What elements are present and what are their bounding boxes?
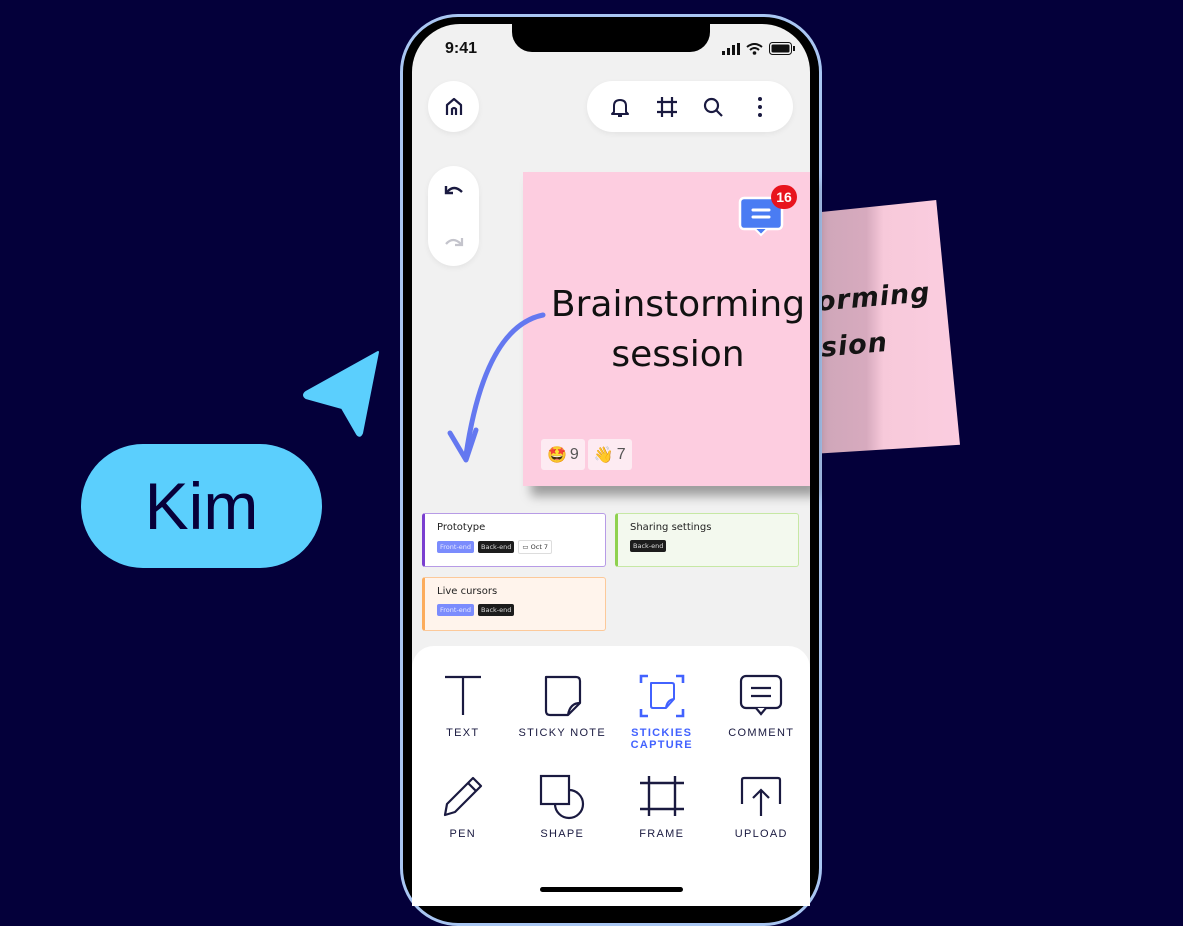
tool-pen[interactable]: PEN xyxy=(413,774,513,840)
tool-frame[interactable]: FRAME xyxy=(612,774,712,840)
tools-row-2: PEN SHAPE FRAME UPLOAD xyxy=(413,774,811,840)
tool-sticky-note[interactable]: STICKY NOTE xyxy=(513,673,613,751)
tool-comment[interactable]: COMMENT xyxy=(712,673,812,751)
history-controls xyxy=(428,166,479,266)
reaction-wave[interactable]: 👋 7 xyxy=(587,439,632,470)
battery-icon xyxy=(769,42,795,55)
bell-icon[interactable] xyxy=(608,95,632,119)
text-icon xyxy=(444,675,481,715)
home-indicator[interactable] xyxy=(540,887,683,892)
wifi-icon xyxy=(746,42,763,55)
card-live-cursors[interactable]: Live cursors Front-end Back-end xyxy=(422,577,606,631)
status-time: 9:41 xyxy=(445,40,478,57)
connector-arrow xyxy=(447,312,546,463)
stickies-capture-icon xyxy=(639,674,685,718)
redo-icon[interactable] xyxy=(443,232,465,250)
home-icon xyxy=(445,97,462,115)
tag-front-end: Front-end xyxy=(437,604,475,616)
comment-count-badge: 16 xyxy=(771,185,797,209)
status-icons xyxy=(722,42,795,55)
tag-back-end: Back-end xyxy=(478,541,515,553)
undo-icon[interactable] xyxy=(443,182,465,200)
tag-front-end: Front-end xyxy=(437,541,475,553)
pen-icon xyxy=(443,776,482,817)
card-sharing-settings[interactable]: Sharing settings Back-end xyxy=(615,513,799,567)
calendar-icon: ▭ xyxy=(522,543,531,551)
tool-upload[interactable]: UPLOAD xyxy=(712,774,812,840)
card-prototype[interactable]: Prototype Front-end Back-end ▭ Oct 7 xyxy=(422,513,606,567)
frame-icon[interactable] xyxy=(655,95,679,119)
collaborator-cursor-icon xyxy=(303,351,379,437)
upload-icon xyxy=(741,776,782,816)
phone-notch xyxy=(512,20,710,52)
comment-icon xyxy=(740,674,783,716)
tools-row-1: TEXT STICKY NOTE STICKIES CAPTURE COMMENT xyxy=(413,673,811,751)
sticky-note-icon xyxy=(545,675,582,717)
sticky-note-text: Brainstorming session xyxy=(550,284,806,375)
more-vertical-icon[interactable] xyxy=(748,95,772,119)
due-date: ▭ Oct 7 xyxy=(518,540,553,554)
tool-text[interactable]: TEXT xyxy=(413,673,513,751)
home-button[interactable] xyxy=(428,81,479,132)
signal-icon xyxy=(722,42,740,55)
tag-back-end: Back-end xyxy=(478,604,515,616)
top-toolbar xyxy=(587,81,793,132)
search-icon[interactable] xyxy=(701,95,725,119)
tool-shape[interactable]: SHAPE xyxy=(513,774,613,840)
tool-stickies-capture[interactable]: STICKIES CAPTURE xyxy=(612,673,712,751)
shape-icon xyxy=(540,774,585,820)
frame-tool-icon xyxy=(639,776,684,816)
photo-sticky-text: orming sion xyxy=(815,277,932,364)
collaborator-name-label: Kim xyxy=(81,444,322,568)
tag-back-end: Back-end xyxy=(630,540,667,552)
